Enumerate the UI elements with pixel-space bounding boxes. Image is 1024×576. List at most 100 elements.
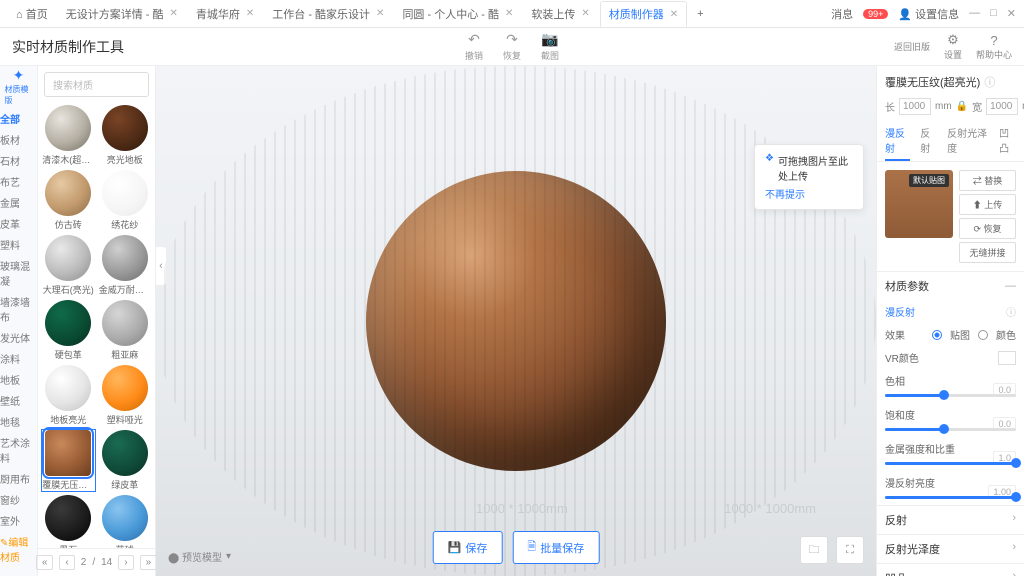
material-item[interactable]: 硬包革 bbox=[42, 300, 95, 361]
folder-button[interactable]: 🗀 bbox=[800, 536, 828, 564]
close-icon[interactable]: ✕ bbox=[246, 8, 254, 19]
section-params[interactable]: 材质参数— bbox=[877, 271, 1024, 300]
material-item[interactable]: 仿古砖 bbox=[42, 170, 95, 231]
new-tab[interactable]: + bbox=[689, 4, 711, 24]
pager-last[interactable]: » bbox=[140, 555, 158, 570]
pager-prev[interactable]: ‹ bbox=[59, 555, 74, 570]
close-icon[interactable]: ✕ bbox=[169, 8, 177, 19]
notification-badge[interactable]: 99+ bbox=[863, 9, 888, 19]
close-icon[interactable]: ✕ bbox=[670, 9, 678, 20]
info-icon[interactable]: ⓘ bbox=[984, 74, 995, 90]
maximize-icon[interactable]: □ bbox=[990, 7, 997, 20]
category-item[interactable]: 玻璃混凝 bbox=[0, 255, 37, 291]
close-icon[interactable]: ✕ bbox=[1007, 7, 1016, 20]
batch-save-button[interactable]: 🗎批量保存 bbox=[512, 531, 599, 564]
material-template-icon[interactable]: ✦ 材质模版 bbox=[5, 72, 33, 100]
preview-model-select[interactable]: ⬤ 预览模型▾ bbox=[168, 549, 231, 564]
material-grid: 清漆木(超亮光)亮光地板仿古砖绣花纱大理石(亮光)金威万耐橡胶硬包革粗亚麻地板亮… bbox=[38, 103, 155, 548]
category-item[interactable]: 全部 bbox=[0, 108, 37, 129]
category-item[interactable]: 布艺 bbox=[0, 171, 37, 192]
slider-饱和度[interactable]: 0.0 bbox=[877, 426, 1024, 437]
lock-icon[interactable]: 🔒 bbox=[956, 101, 968, 112]
close-icon[interactable]: ✕ bbox=[505, 8, 513, 19]
prop-tab[interactable]: 漫反射 bbox=[885, 121, 910, 161]
material-item[interactable]: 绣花纱 bbox=[99, 170, 152, 231]
material-item[interactable]: 黑石 bbox=[42, 495, 95, 548]
category-item[interactable]: 发光体 bbox=[0, 327, 37, 348]
material-item[interactable]: 大理石(亮光) bbox=[42, 235, 95, 296]
save-button[interactable]: 💾保存 bbox=[433, 531, 503, 564]
category-item[interactable]: 艺术涂料 bbox=[0, 432, 37, 468]
vr-color-swatch[interactable] bbox=[998, 351, 1016, 365]
tab[interactable]: 软装上传✕ bbox=[523, 2, 597, 26]
fullscreen-button[interactable]: ⛶ bbox=[836, 536, 864, 564]
prop-tab[interactable]: 凹凸 bbox=[999, 121, 1016, 161]
material-item[interactable]: 亮光地板 bbox=[99, 105, 152, 166]
material-item[interactable]: 绿皮革 bbox=[99, 430, 152, 491]
category-item[interactable]: 塑料 bbox=[0, 234, 37, 255]
category-item[interactable]: 地板 bbox=[0, 369, 37, 390]
category-item[interactable]: 厨用布 bbox=[0, 468, 37, 489]
tab[interactable]: 材质制作器✕ bbox=[600, 1, 687, 27]
material-item[interactable]: 塑料哑光 bbox=[99, 365, 152, 426]
header-帮助中心[interactable]: ?帮助中心 bbox=[976, 33, 1012, 61]
radio-texture[interactable] bbox=[932, 330, 942, 340]
prop-tab[interactable]: 反射光泽度 bbox=[947, 121, 989, 161]
category-item[interactable]: 板材 bbox=[0, 129, 37, 150]
texture-action[interactable]: 无缝拼接 bbox=[959, 242, 1016, 263]
category-item[interactable]: 涂料 bbox=[0, 348, 37, 369]
close-icon[interactable]: ✕ bbox=[581, 8, 589, 19]
accordion-反射光泽度[interactable]: 反射光泽度› bbox=[877, 534, 1024, 563]
minimize-icon[interactable]: — bbox=[969, 7, 980, 20]
prop-tab[interactable]: 反射 bbox=[920, 121, 937, 161]
tab[interactable]: ⌂ 首页 bbox=[8, 2, 56, 26]
category-item[interactable]: 皮革 bbox=[0, 213, 37, 234]
tab[interactable]: 无设计方案详情 - 酷✕ bbox=[58, 2, 186, 26]
properties-panel: 覆膜无压纹(超亮光)ⓘ 长 mm 🔒 宽 mm 漫反射反射反射光泽度凹凸 默认贴… bbox=[876, 66, 1024, 576]
material-item[interactable]: 覆膜无压纹(超... bbox=[42, 430, 95, 491]
texture-action[interactable]: ⇄ 替换 bbox=[959, 170, 1016, 191]
dismiss-tip-link[interactable]: 不再提示 bbox=[765, 186, 853, 201]
category-item[interactable]: 金属 bbox=[0, 192, 37, 213]
tab[interactable]: 同圆 - 个人中心 - 酷✕ bbox=[394, 2, 521, 26]
search-input[interactable]: 搜索材质 bbox=[44, 72, 149, 97]
header-返回旧版[interactable]: 返回旧版 bbox=[894, 40, 930, 53]
material-item[interactable]: 金威万耐橡胶 bbox=[99, 235, 152, 296]
category-item[interactable]: 地毯 bbox=[0, 411, 37, 432]
material-item[interactable]: 粗亚麻 bbox=[99, 300, 152, 361]
material-item[interactable]: 地板亮光 bbox=[42, 365, 95, 426]
length-input[interactable] bbox=[899, 98, 931, 115]
category-item[interactable]: 壁纸 bbox=[0, 390, 37, 411]
category-item[interactable]: 室外 bbox=[0, 510, 37, 531]
category-item[interactable]: 墙漆墙布 bbox=[0, 291, 37, 327]
texture-preview[interactable]: 默认贴图 bbox=[885, 170, 953, 238]
header-设置[interactable]: ⚙设置 bbox=[944, 32, 962, 61]
pager-next[interactable]: › bbox=[118, 555, 133, 570]
slider-金属强度和比重[interactable]: 1.0 bbox=[877, 460, 1024, 471]
close-icon[interactable]: ✕ bbox=[376, 8, 384, 19]
texture-action[interactable]: ⬆ 上传 bbox=[959, 194, 1016, 215]
user-menu[interactable]: 👤 设置信息 bbox=[898, 6, 959, 22]
toolbar-截图[interactable]: 📷截图 bbox=[541, 31, 559, 62]
pager-first[interactable]: « bbox=[36, 555, 54, 570]
slider-色相[interactable]: 0.0 bbox=[877, 392, 1024, 403]
category-item[interactable]: ✎编辑材质 bbox=[0, 531, 37, 567]
category-item[interactable]: 窗纱 bbox=[0, 489, 37, 510]
viewport[interactable]: ‹ 1000 * 1000mm 1000 * 1000mm ❖可拖拽图片至此处上… bbox=[156, 66, 876, 576]
tab[interactable]: 青城华府✕ bbox=[188, 2, 262, 26]
radio-color[interactable] bbox=[978, 330, 988, 340]
slider-漫反射亮度[interactable]: 1.00 bbox=[877, 494, 1024, 505]
accordion-反射[interactable]: 反射› bbox=[877, 505, 1024, 534]
info-icon[interactable]: ⓘ bbox=[1006, 304, 1016, 319]
toolbar-恢复[interactable]: ↷恢复 bbox=[503, 31, 521, 62]
header-toolbar: ↶撤销 ↷恢复 📷截图 bbox=[465, 31, 559, 62]
material-item[interactable]: 清漆木(超亮光) bbox=[42, 105, 95, 166]
material-item[interactable]: 蓝球 bbox=[99, 495, 152, 548]
material-preview-sphere bbox=[366, 171, 666, 471]
category-item[interactable]: 石材 bbox=[0, 150, 37, 171]
width-input[interactable] bbox=[986, 98, 1018, 115]
toolbar-撤销[interactable]: ↶撤销 bbox=[465, 31, 483, 62]
accordion-凹凸[interactable]: 凹凸› bbox=[877, 563, 1024, 576]
tab[interactable]: 工作台 - 酷家乐设计✕ bbox=[264, 2, 392, 26]
texture-action[interactable]: ⟳ 恢复 bbox=[959, 218, 1016, 239]
